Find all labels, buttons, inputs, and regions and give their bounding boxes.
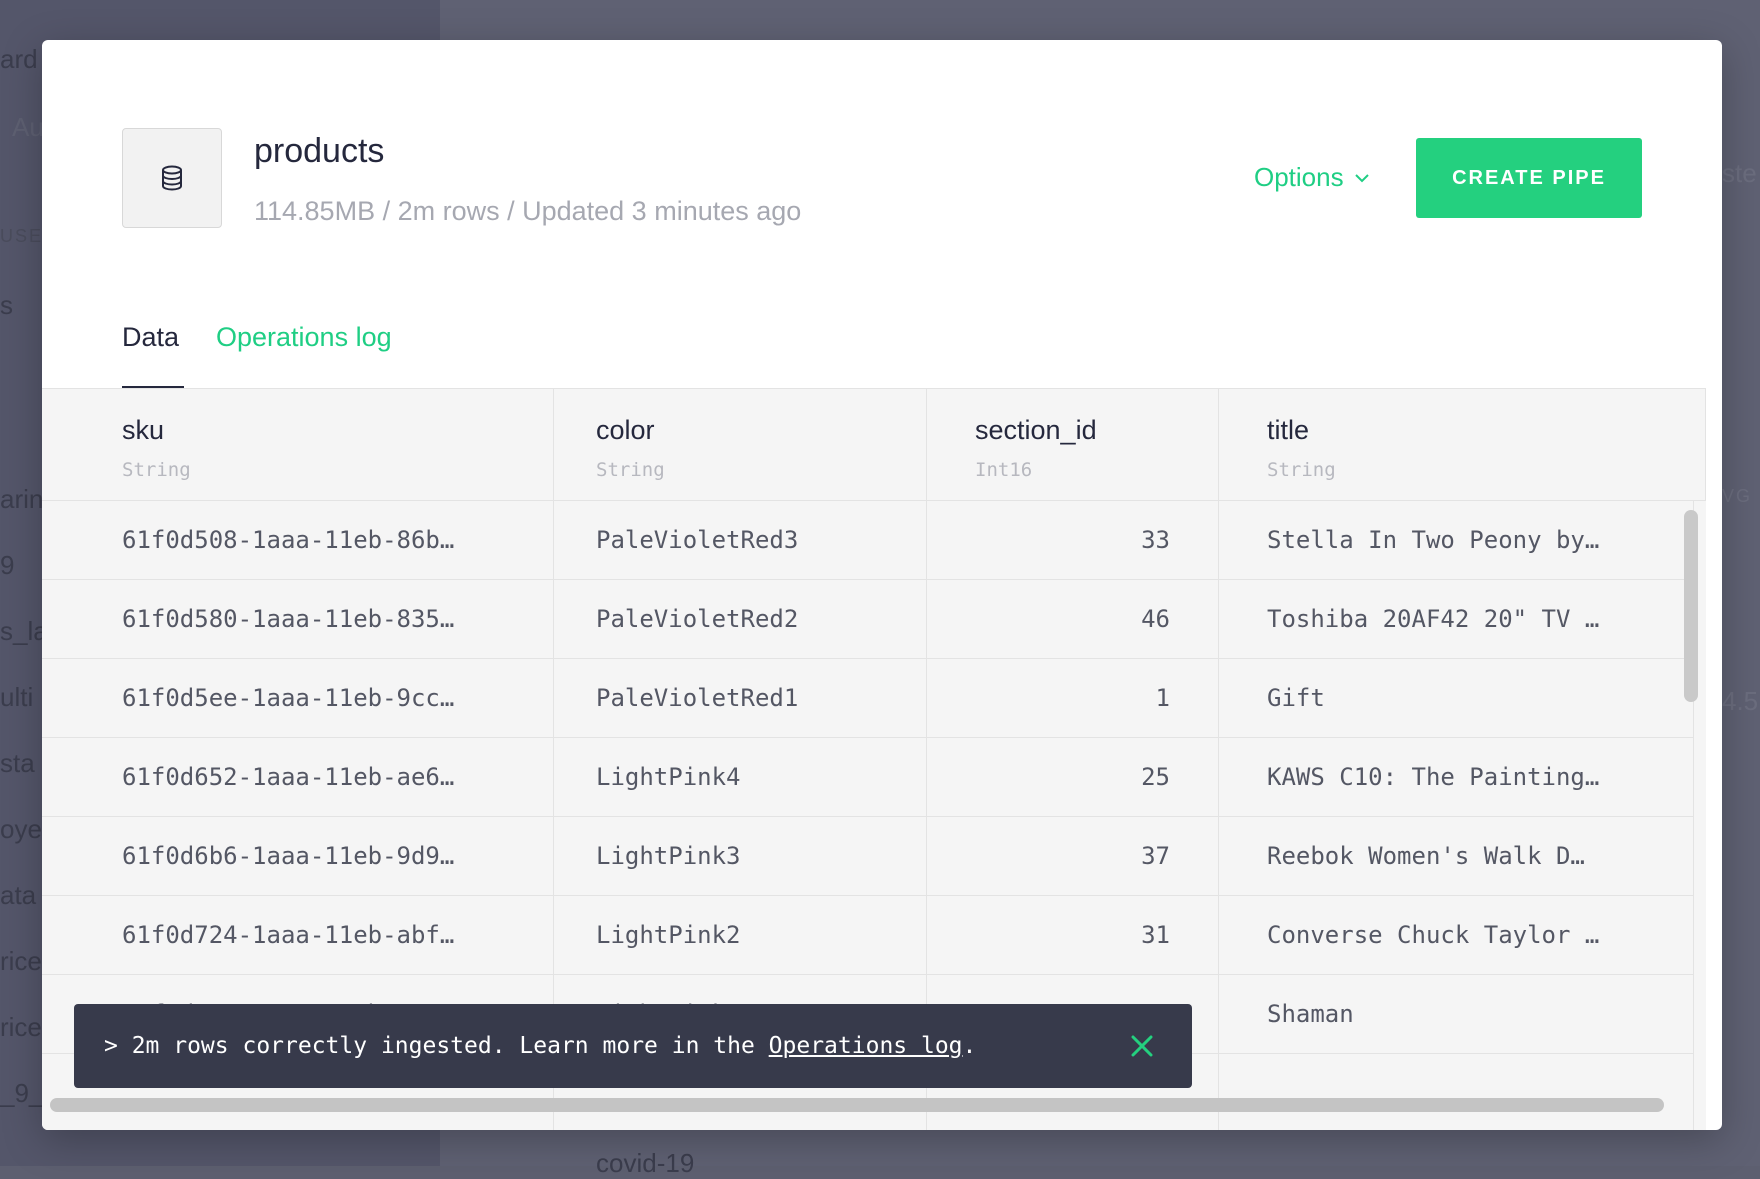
tab-data[interactable]: Data: [122, 322, 179, 353]
operations-log-link[interactable]: Operations log: [769, 1033, 963, 1059]
datasource-title: products: [254, 132, 385, 170]
cell-sku: 61f0d6b6-1aaa-11eb-9d9…: [42, 817, 554, 896]
background-text: arin: [0, 484, 44, 514]
background-text: ulti: [0, 682, 34, 712]
column-name: section_id: [975, 415, 1097, 445]
background-text: ata: [0, 880, 37, 910]
column-header-title[interactable]: title String: [1219, 389, 1706, 501]
background-text: Au: [12, 112, 44, 142]
options-label: Options: [1254, 162, 1344, 192]
cell-sku: 61f0d580-1aaa-11eb-835…: [42, 580, 554, 659]
cell-sku: 61f0d5ee-1aaa-11eb-9cc…: [42, 659, 554, 738]
horizontal-scrollbar[interactable]: [50, 1098, 1664, 1112]
column-type: String: [122, 459, 191, 481]
datasource-meta: 114.85MB / 2m rows / Updated 3 minutes a…: [254, 196, 802, 226]
cell-section-id: 37: [927, 817, 1219, 896]
table-row: 61f0d724-1aaa-11eb-abf… LightPink2 31 Co…: [42, 896, 1694, 975]
column-type: String: [596, 459, 665, 481]
background-text: _9_: [0, 1078, 44, 1108]
cell-title: Stella In Two Peony by…: [1219, 501, 1694, 580]
create-pipe-button[interactable]: CREATE PIPE: [1416, 138, 1642, 218]
cell-color: LightPink3: [554, 817, 927, 896]
cell-section-id: 33: [927, 501, 1219, 580]
cell-title: Converse Chuck Taylor …: [1219, 896, 1694, 975]
column-name: sku: [122, 415, 165, 445]
background-text: s_la: [0, 616, 48, 646]
table-row: 61f0d580-1aaa-11eb-835… PaleVioletRed2 4…: [42, 580, 1694, 659]
datasource-modal: products 114.85MB / 2m rows / Updated 3 …: [42, 40, 1722, 1130]
column-name: color: [596, 415, 655, 445]
background-text: USE: [0, 226, 44, 246]
table-row: 61f0d6b6-1aaa-11eb-9d9… LightPink3 37 Re…: [42, 817, 1694, 896]
options-dropdown[interactable]: Options: [1254, 162, 1370, 193]
cell-sku: 61f0d724-1aaa-11eb-abf…: [42, 896, 554, 975]
vertical-scrollbar[interactable]: [1684, 510, 1698, 702]
toast-message: > 2m rows correctly ingested. Learn more…: [104, 1033, 976, 1059]
table-row: 61f0d508-1aaa-11eb-86b… PaleVioletRed3 3…: [42, 501, 1694, 580]
ingestion-toast: > 2m rows correctly ingested. Learn more…: [74, 1004, 1192, 1088]
background-text: s: [0, 290, 13, 320]
database-icon: [162, 165, 182, 191]
cell-title: Reebok Women's Walk D…: [1219, 817, 1694, 896]
background-text: ste: [1722, 158, 1757, 188]
background-text: rice: [0, 1012, 42, 1042]
cell-color: LightPink4: [554, 738, 927, 817]
cell-title: Toshiba 20AF42 20" TV …: [1219, 580, 1694, 659]
background-text: 4.5: [1722, 686, 1759, 716]
column-header-sku[interactable]: sku String: [42, 389, 554, 501]
close-icon[interactable]: [1124, 1028, 1160, 1064]
background-text: rice: [0, 946, 42, 976]
cell-color: PaleVioletRed1: [554, 659, 927, 738]
column-header-color[interactable]: color String: [554, 389, 927, 501]
cell-title: Gift: [1219, 659, 1694, 738]
column-type: String: [1267, 459, 1336, 481]
cell-sku: 61f0d508-1aaa-11eb-86b…: [42, 501, 554, 580]
background-text: covid-19: [596, 1148, 695, 1178]
cell-title: [1219, 1054, 1694, 1130]
column-name: title: [1267, 415, 1310, 445]
datasource-icon-box: [122, 128, 222, 228]
table-row: 61f0d652-1aaa-11eb-ae6… LightPink4 25 KA…: [42, 738, 1694, 817]
cell-sku: 61f0d652-1aaa-11eb-ae6…: [42, 738, 554, 817]
cell-color: LightPink2: [554, 896, 927, 975]
background-text: 9: [0, 550, 15, 580]
toast-prefix: > 2m rows correctly ingested. Learn more…: [104, 1033, 769, 1059]
cell-section-id: 31: [927, 896, 1219, 975]
cell-color: PaleVioletRed2: [554, 580, 927, 659]
cell-section-id: 46: [927, 580, 1219, 659]
background-text: VG: [1722, 486, 1753, 506]
background-text: ard: [0, 44, 38, 74]
cell-title: KAWS C10: The Painting…: [1219, 738, 1694, 817]
background-text: oye: [0, 814, 42, 844]
cell-section-id: 1: [927, 659, 1219, 738]
cell-color: PaleVioletRed3: [554, 501, 927, 580]
column-type: Int16: [975, 459, 1033, 481]
chevron-down-icon: [1354, 173, 1369, 182]
column-header-section-id[interactable]: section_id Int16: [927, 389, 1219, 501]
toast-suffix: .: [962, 1033, 977, 1059]
background-text: sta: [0, 748, 35, 778]
cell-title: Shaman: [1219, 975, 1694, 1054]
table-row: 61f0d5ee-1aaa-11eb-9cc… PaleVioletRed1 1…: [42, 659, 1694, 738]
cell-section-id: 25: [927, 738, 1219, 817]
tab-operations-log[interactable]: Operations log: [216, 322, 392, 353]
